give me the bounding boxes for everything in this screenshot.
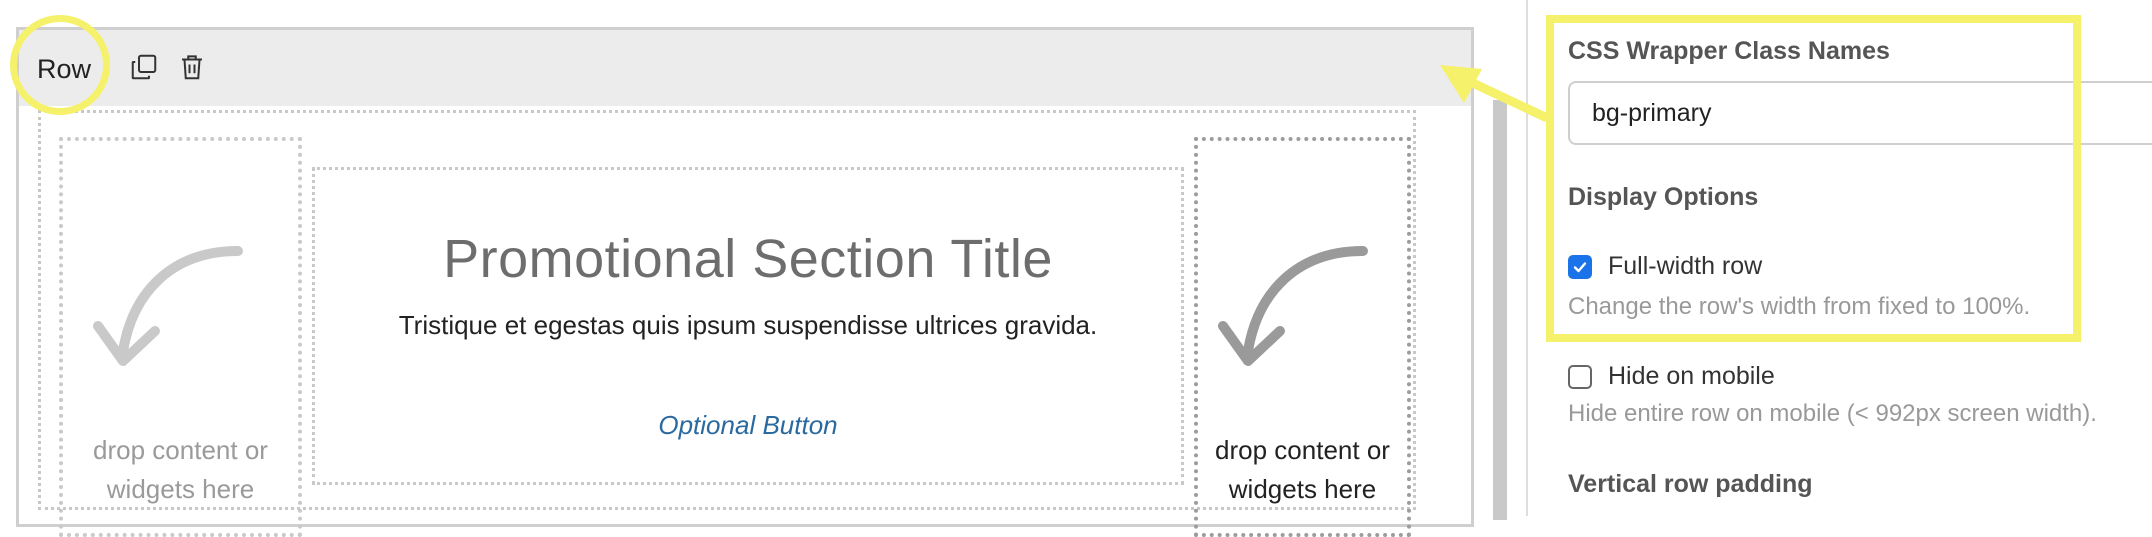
column-middle[interactable]: Promotional Section Title Tristique et e… [312,167,1184,485]
row-toolbar: Row [19,30,1471,106]
dropzone-hint: drop content or widgets here [93,435,268,504]
pointer-arrow-icon [1440,65,1550,122]
optional-button[interactable]: Optional Button [315,410,1181,441]
highlight-box [1546,15,2081,342]
highlight-circle [10,15,110,115]
hide-mobile-checkbox[interactable] [1568,364,1592,389]
curved-arrow-icon [93,246,243,366]
promo-subtitle[interactable]: Tristique et egestas quis ipsum suspendi… [315,310,1181,341]
column-right-dropzone[interactable]: drop content or widgets here [1194,137,1411,537]
vertical-padding-heading: Vertical row padding [1568,470,1813,498]
curved-arrow-icon [1218,246,1368,366]
trash-icon[interactable] [177,52,207,82]
scrollbar[interactable] [1493,100,1507,520]
hide-mobile-label[interactable]: Hide on mobile [1608,362,1775,391]
promo-title[interactable]: Promotional Section Title [315,228,1181,290]
hide-mobile-option[interactable]: Hide on mobile [1568,362,1775,391]
dropzone-hint: drop content or widgets here [1215,435,1390,504]
copy-icon[interactable] [129,52,159,82]
hide-mobile-help: Hide entire row on mobile (< 992px scree… [1568,400,2097,427]
column-left-dropzone[interactable]: drop content or widgets here [59,137,302,537]
